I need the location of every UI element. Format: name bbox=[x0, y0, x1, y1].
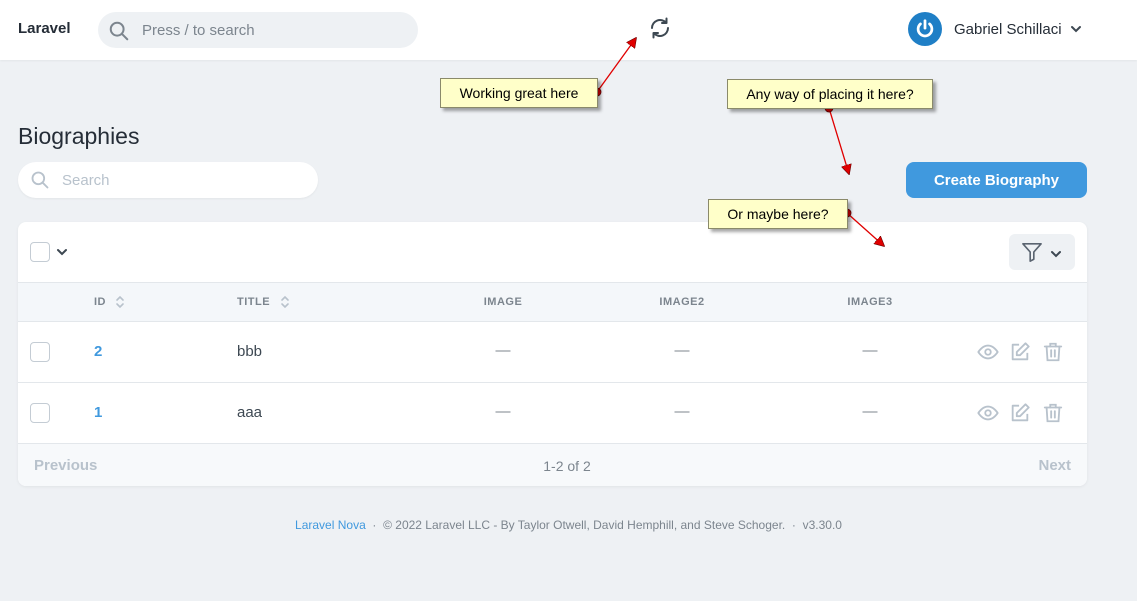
sort-icon[interactable] bbox=[115, 294, 125, 310]
top-navigation-bar: Laravel Gabriel Schillaci bbox=[0, 0, 1137, 60]
table-header: ID TITLE IMAGE IMAGE2 IMAGE3 bbox=[18, 282, 1087, 322]
table-row: 2 bbb — — — bbox=[18, 322, 1087, 383]
brand-logo[interactable]: Laravel bbox=[18, 20, 71, 37]
annotation-callout: Any way of placing it here? bbox=[727, 79, 933, 109]
resource-table-card: ID TITLE IMAGE IMAGE2 IMAGE3 2 bbb — — —… bbox=[18, 222, 1087, 486]
refresh-icon[interactable] bbox=[648, 16, 672, 40]
user-name: Gabriel Schillaci bbox=[954, 20, 1062, 38]
trash-icon[interactable] bbox=[1042, 341, 1064, 363]
next-page-button[interactable]: Next bbox=[1038, 457, 1071, 474]
annotation-arrow bbox=[828, 107, 849, 174]
select-all-checkbox[interactable] bbox=[30, 242, 50, 262]
filter-icon bbox=[1022, 243, 1042, 262]
row-image3: — bbox=[862, 403, 878, 420]
row-title: aaa bbox=[237, 404, 263, 421]
column-header-id[interactable]: ID bbox=[94, 296, 106, 308]
footer-copyright: © 2022 Laravel LLC - By Taylor Otwell, D… bbox=[383, 518, 786, 532]
eye-icon[interactable] bbox=[977, 402, 999, 424]
row-image2: — bbox=[674, 403, 690, 420]
column-header-title[interactable]: TITLE bbox=[237, 296, 270, 308]
edit-icon[interactable] bbox=[1009, 402, 1031, 424]
global-search-input[interactable] bbox=[142, 12, 402, 48]
power-icon bbox=[916, 19, 934, 38]
column-header-image: IMAGE bbox=[483, 296, 523, 308]
footer-separator: · bbox=[791, 518, 796, 532]
row-title: bbb bbox=[237, 343, 263, 360]
create-biography-button[interactable]: Create Biography bbox=[906, 162, 1087, 198]
column-header-image3: IMAGE3 bbox=[847, 296, 893, 308]
row-id-link[interactable]: 2 bbox=[94, 343, 102, 360]
annotation-callout: Or maybe here? bbox=[708, 199, 848, 229]
row-image3: — bbox=[862, 342, 878, 359]
row-image2: — bbox=[674, 342, 690, 359]
chevron-down-icon[interactable] bbox=[56, 246, 68, 258]
footer-separator: · bbox=[372, 518, 377, 532]
page-footer: Laravel Nova · © 2022 Laravel LLC - By T… bbox=[0, 518, 1137, 532]
global-search[interactable] bbox=[98, 12, 418, 48]
search-icon bbox=[31, 171, 49, 189]
annotation-callout: Working great here bbox=[440, 78, 598, 108]
row-image: — bbox=[495, 342, 511, 359]
chevron-down-icon bbox=[1070, 26, 1081, 33]
edit-icon[interactable] bbox=[1009, 341, 1031, 363]
row-checkbox[interactable] bbox=[30, 403, 50, 423]
page-title: Biographies bbox=[18, 123, 140, 149]
column-header-image2: IMAGE2 bbox=[659, 296, 705, 308]
pagination: Previous 1-2 of 2 Next bbox=[18, 444, 1087, 486]
sort-icon[interactable] bbox=[280, 294, 290, 310]
eye-icon[interactable] bbox=[977, 341, 999, 363]
row-id-link[interactable]: 1 bbox=[94, 404, 102, 421]
chevron-down-icon bbox=[1051, 251, 1061, 258]
filter-button[interactable] bbox=[1009, 234, 1075, 270]
previous-page-button[interactable]: Previous bbox=[34, 457, 97, 474]
footer-version: v3.30.0 bbox=[802, 518, 842, 532]
resource-search[interactable] bbox=[18, 162, 318, 198]
user-menu[interactable]: Gabriel Schillaci bbox=[908, 12, 1082, 46]
search-icon bbox=[109, 21, 129, 41]
row-image: — bbox=[495, 403, 511, 420]
resource-search-input[interactable] bbox=[62, 162, 302, 198]
avatar[interactable] bbox=[908, 12, 942, 46]
pagination-count: 1-2 of 2 bbox=[543, 458, 591, 474]
table-row: 1 aaa — — — bbox=[18, 383, 1087, 444]
laravel-nova-link[interactable]: Laravel Nova bbox=[295, 518, 366, 532]
row-checkbox[interactable] bbox=[30, 342, 50, 362]
trash-icon[interactable] bbox=[1042, 402, 1064, 424]
table-toolbar bbox=[18, 222, 1087, 282]
